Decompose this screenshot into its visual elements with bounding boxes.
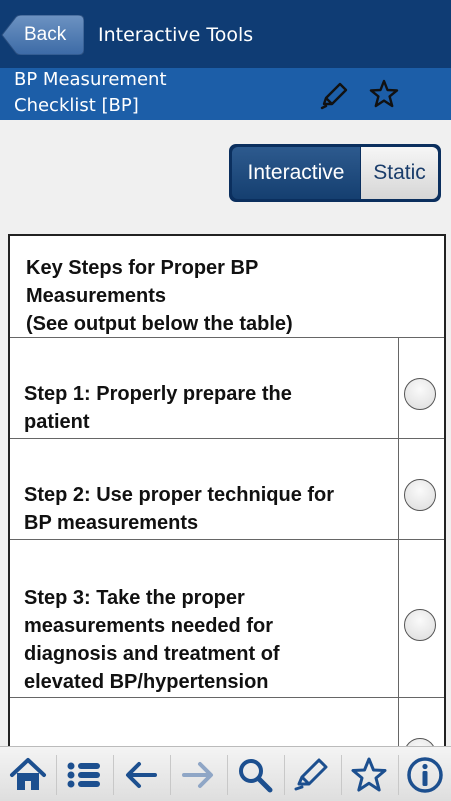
top-nav-bar: Back Interactive Tools [0, 0, 451, 68]
step-line: diagnosis and treatment of [24, 643, 280, 665]
table-row: Step 3: Take the proper measurements nee… [10, 540, 444, 698]
column-divider [398, 540, 399, 697]
star-icon[interactable] [368, 78, 400, 110]
step-text: Step 1: Properly prepare the patient [24, 380, 394, 436]
page-title-line-2: Checklist [BP] [14, 95, 139, 116]
home-icon[interactable] [8, 755, 48, 795]
toolbar-divider [56, 755, 57, 795]
step-text: Step 3: Take the proper measurements nee… [24, 584, 394, 696]
app-section-title: Interactive Tools [98, 24, 254, 46]
bottom-toolbar [0, 746, 451, 801]
column-divider [398, 439, 399, 539]
toolbar-divider [341, 755, 342, 795]
step-text: Step 2: Use proper technique for BP meas… [24, 481, 394, 537]
page-header: BP Measurement Checklist [BP] [0, 68, 451, 120]
step-line: measurements needed for [24, 615, 273, 637]
toolbar-divider [398, 755, 399, 795]
page-title: BP Measurement Checklist [BP] [14, 67, 167, 119]
segment-interactive[interactable]: Interactive [232, 147, 360, 199]
step-line: BP measurements [24, 512, 199, 534]
toolbar-divider [170, 755, 171, 795]
table-row: Step 1: Properly prepare the patient [10, 338, 444, 439]
page-title-line-1: BP Measurement [14, 69, 167, 90]
step-1-radio[interactable] [404, 378, 436, 410]
step-line: elevated BP/hypertension [24, 671, 269, 693]
back-button[interactable]: Back [0, 15, 84, 55]
header-line-2: Measurements [26, 285, 167, 307]
star-icon[interactable] [349, 755, 389, 795]
back-button-label: Back [24, 24, 67, 45]
table-header-text: Key Steps for Proper BP Measurements (Se… [26, 254, 293, 338]
back-arrow-icon[interactable] [121, 755, 161, 795]
list-icon[interactable] [64, 755, 104, 795]
forward-arrow-icon[interactable] [178, 755, 218, 795]
header-line-3: (See output below the table) [26, 313, 293, 335]
step-line: Step 2: Use proper technique for [24, 484, 335, 506]
column-divider [398, 338, 399, 438]
view-mode-toggle: Interactive Static [229, 144, 441, 202]
search-icon[interactable] [235, 755, 275, 795]
pencil-icon[interactable] [292, 755, 332, 795]
step-3-radio[interactable] [404, 609, 436, 641]
step-2-radio[interactable] [404, 479, 436, 511]
step-line: patient [24, 411, 90, 433]
table-row: Step 2: Use proper technique for BP meas… [10, 439, 444, 540]
header-line-1: Key Steps for Proper BP [26, 257, 259, 279]
segment-static[interactable]: Static [361, 147, 438, 199]
pencil-icon[interactable] [318, 80, 350, 112]
table-header: Key Steps for Proper BP Measurements (Se… [10, 236, 444, 338]
toolbar-divider [227, 755, 228, 795]
info-icon[interactable] [405, 755, 445, 795]
step-line: Step 3: Take the proper [24, 587, 245, 609]
step-line: Step 1: Properly prepare the [24, 383, 292, 405]
toolbar-divider [284, 755, 285, 795]
checklist-table: Key Steps for Proper BP Measurements (Se… [8, 234, 446, 770]
toolbar-divider [113, 755, 114, 795]
